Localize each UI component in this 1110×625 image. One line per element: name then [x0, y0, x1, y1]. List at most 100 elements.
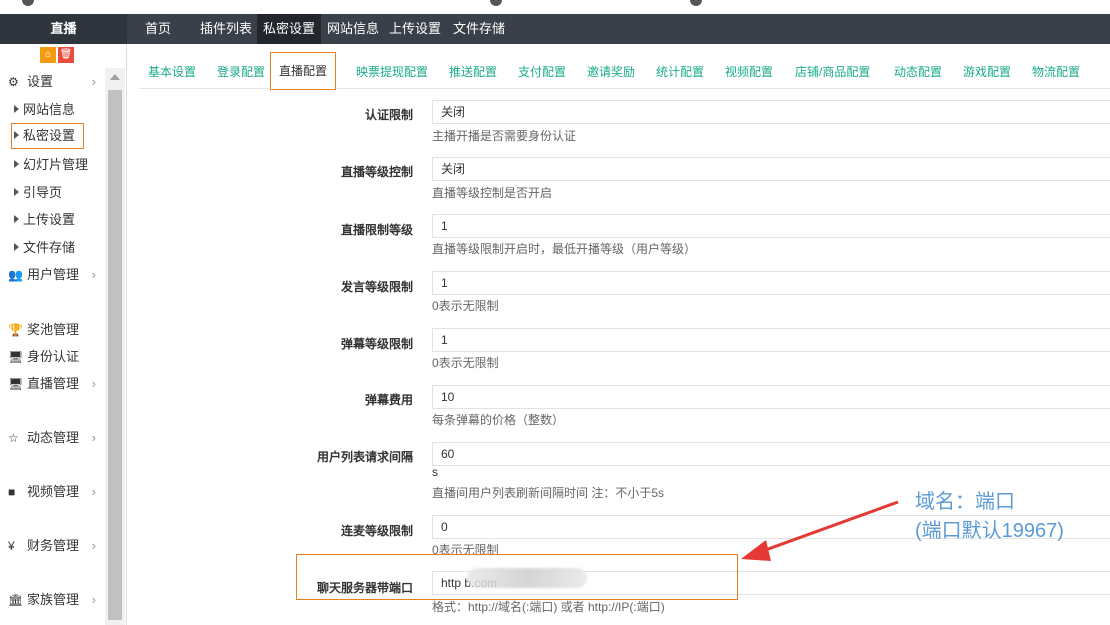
- annotation-line-2: (端口默认19967): [915, 520, 1064, 542]
- top-navbar: 直播 首页 插件列表 私密设置 网站信息 上传设置 文件存储: [0, 14, 1110, 44]
- tab-statistics[interactable]: 统计配置: [656, 63, 704, 80]
- tab-invite[interactable]: 邀请奖励: [587, 63, 635, 80]
- sidebar-item-label: 用户管理: [27, 267, 80, 282]
- sidebar-subitem-label: 网站信息: [23, 102, 76, 117]
- caret-right-icon: [14, 131, 19, 139]
- field-label: 直播等级控制: [340, 165, 413, 179]
- caret-right-icon: [14, 105, 19, 113]
- nav-file-storage[interactable]: 文件存储: [447, 14, 511, 44]
- field-label: 用户列表请求间隔: [316, 450, 413, 464]
- field-unit: s: [432, 465, 438, 479]
- annotation-line-1: 域名：端口: [915, 491, 1015, 513]
- brand-title[interactable]: 直播: [0, 14, 127, 44]
- sidebar-subitem-storage[interactable]: 文件存储: [14, 236, 75, 260]
- caret-right-icon: [14, 243, 19, 251]
- field-help: 0表示无限制: [432, 356, 499, 370]
- browser-dot: [690, 0, 702, 6]
- sidebar-item-label: 身份认证: [27, 349, 80, 364]
- nav-private-settings[interactable]: 私密设置: [257, 14, 322, 44]
- tab-video[interactable]: 视频配置: [725, 63, 773, 80]
- sidebar-item-settings[interactable]: ⚙ 设置 ›: [0, 70, 104, 94]
- chevron-right-icon: ›: [91, 592, 96, 607]
- chevron-right-icon: ›: [91, 538, 96, 553]
- field-help: 格式：http://域名(:端口) 或者 http://IP(:端口): [432, 600, 665, 614]
- browser-dot: [22, 0, 34, 6]
- sidebar-item-label: 财务管理: [27, 538, 80, 553]
- browser-top-strip: [0, 0, 1110, 14]
- user-list-interval-input[interactable]: 60: [432, 442, 1110, 466]
- tab-withdraw[interactable]: 映票提现配置: [356, 63, 428, 80]
- sidebar-subitem-label: 引导页: [23, 185, 63, 200]
- sidebar-item-video[interactable]: ■ 视频管理 ›: [0, 480, 104, 504]
- field-help: 主播开播是否需要身份认证: [432, 129, 577, 143]
- sidebar-item-live[interactable]: 🖥 直播管理 ›: [0, 372, 104, 396]
- tab-login[interactable]: 登录配置: [217, 63, 265, 80]
- sidebar-item-prize-pool[interactable]: 🏆 奖池管理: [0, 318, 104, 342]
- field-label: 弹幕等级限制: [340, 337, 413, 351]
- trash-icon[interactable]: 🗑: [58, 47, 74, 63]
- sidebar-item-label: 视频管理: [27, 484, 80, 499]
- field-label: 直播限制等级: [340, 223, 413, 237]
- sidebar-item-label: 动态管理: [27, 430, 80, 445]
- sidebar-subitem-slides[interactable]: 幻灯片管理: [14, 153, 88, 177]
- sidebar-subitem-label: 文件存储: [23, 240, 76, 255]
- tab-games[interactable]: 游戏配置: [963, 63, 1011, 80]
- monitor-icon: 🖥: [8, 350, 24, 364]
- live-level-control-select[interactable]: 关闭: [432, 157, 1110, 181]
- tab-logistics[interactable]: 物流配置: [1032, 63, 1080, 80]
- sidebar-item-label: 直播管理: [27, 376, 80, 391]
- sidebar-subitem-upload[interactable]: 上传设置: [14, 208, 75, 232]
- browser-dot: [490, 0, 502, 6]
- trophy-icon: 🏆: [8, 323, 23, 337]
- sidebar: ⌂ 🗑 ⚙ 设置 › 网站信息 私密设置 幻灯片管理 引导页 上传设置 文件存储 …: [0, 44, 127, 625]
- sidebar-scrollbar[interactable]: [105, 68, 125, 625]
- nav-plugin-list[interactable]: 插件列表: [194, 14, 258, 44]
- sidebar-item-identity[interactable]: 🖥 身份认证: [0, 345, 104, 369]
- scrollbar-thumb[interactable]: [108, 90, 122, 620]
- users-icon: 👥: [8, 268, 23, 282]
- chevron-right-icon: ›: [91, 484, 96, 499]
- tab-basic[interactable]: 基本设置: [148, 63, 196, 80]
- sidebar-subitem-private-settings[interactable]: 私密设置: [10, 123, 85, 149]
- field-label: 弹幕费用: [364, 393, 413, 407]
- tab-moments[interactable]: 动态配置: [894, 63, 942, 80]
- field-help: 直播等级限制开启时，最低开播等级（用户等级）: [432, 242, 697, 256]
- sidebar-item-finance[interactable]: ¥ 财务管理 ›: [0, 534, 104, 558]
- monitor-icon: 🖥: [8, 377, 24, 391]
- sidebar-subitem-label: 上传设置: [23, 212, 76, 227]
- caret-right-icon: [14, 160, 19, 168]
- chevron-right-icon: ›: [91, 74, 96, 89]
- video-camera-icon: ■: [8, 485, 16, 499]
- speak-level-input[interactable]: 1: [432, 271, 1110, 295]
- nav-upload-settings[interactable]: 上传设置: [383, 14, 447, 44]
- sidebar-item-users[interactable]: 👥 用户管理 ›: [0, 263, 104, 287]
- tab-live[interactable]: 直播配置: [270, 52, 337, 90]
- barrage-level-input[interactable]: 1: [432, 328, 1110, 352]
- caret-right-icon: [14, 215, 19, 223]
- sidebar-subitem-label: 私密设置: [23, 128, 76, 143]
- live-limit-level-input[interactable]: 1: [432, 214, 1110, 238]
- barrage-fee-input[interactable]: 10: [432, 385, 1110, 409]
- sidebar-item-label: 设置: [27, 74, 54, 89]
- nav-home[interactable]: 首页: [139, 14, 177, 44]
- yen-icon: ¥: [8, 539, 15, 553]
- tab-payment[interactable]: 支付配置: [518, 63, 566, 80]
- nav-site-info[interactable]: 网站信息: [321, 14, 385, 44]
- chevron-right-icon: ›: [91, 267, 96, 282]
- annotation-highlight-box: [296, 554, 738, 600]
- caret-right-icon: [14, 188, 19, 196]
- sidebar-subitem-guide[interactable]: 引导页: [14, 181, 62, 205]
- sidebar-item-moments[interactable]: ☆ 动态管理 ›: [0, 426, 104, 450]
- sidebar-subitem-site-info[interactable]: 网站信息: [14, 98, 75, 122]
- field-help: 0表示无限制: [432, 299, 499, 313]
- tab-push[interactable]: 推送配置: [449, 63, 497, 80]
- home-icon[interactable]: ⌂: [40, 47, 56, 63]
- scroll-up-arrow-icon[interactable]: [110, 74, 120, 80]
- tab-shop[interactable]: 店铺/商品配置: [795, 63, 870, 80]
- star-icon: ☆: [8, 431, 19, 445]
- sidebar-item-family[interactable]: 🏛 家族管理 ›: [0, 588, 104, 612]
- auth-limit-select[interactable]: 关闭: [432, 100, 1110, 124]
- field-help: 每条弹幕的价格（整数）: [432, 413, 565, 427]
- annotation-text: 域名：端口 (端口默认19967): [915, 488, 1064, 546]
- chevron-right-icon: ›: [91, 376, 96, 391]
